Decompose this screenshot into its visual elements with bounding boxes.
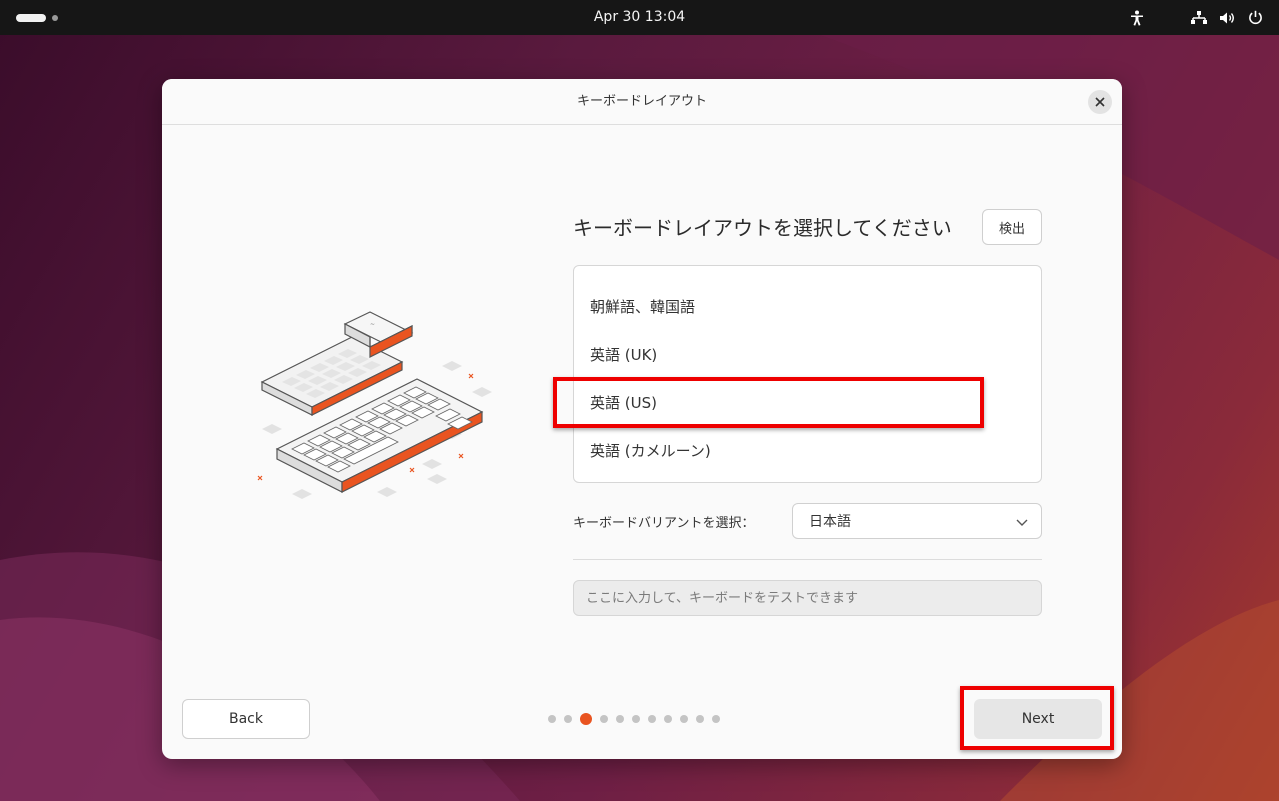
page-dot bbox=[712, 715, 720, 723]
system-tray[interactable] bbox=[1127, 0, 1265, 35]
list-item[interactable]: 朝鮮語、韓国語 bbox=[574, 283, 1041, 331]
page-dot bbox=[616, 715, 624, 723]
page-indicator bbox=[548, 712, 720, 726]
page-dot bbox=[600, 715, 608, 723]
volume-icon[interactable] bbox=[1217, 8, 1237, 28]
detect-button[interactable]: 検出 bbox=[982, 209, 1042, 245]
list-item-selected[interactable]: 英語 (US) bbox=[574, 379, 1041, 427]
list-item-partial: · · · bbox=[590, 265, 614, 274]
list-item[interactable]: 英語 (UK) bbox=[574, 331, 1041, 379]
back-button[interactable]: Back bbox=[182, 699, 310, 739]
layout-list[interactable]: · · · 朝鮮語、韓国語 英語 (UK) 英語 (US) 英語 (カメルーン) bbox=[573, 265, 1042, 483]
next-button[interactable]: Next bbox=[974, 699, 1102, 739]
top-bar: Apr 30 13:04 bbox=[0, 0, 1279, 35]
keyboard-test-input[interactable] bbox=[573, 580, 1042, 616]
network-icon[interactable] bbox=[1189, 8, 1209, 28]
page-dot bbox=[564, 715, 572, 723]
close-icon bbox=[1095, 97, 1105, 107]
page-dot bbox=[548, 715, 556, 723]
page-dot bbox=[648, 715, 656, 723]
power-icon[interactable] bbox=[1245, 8, 1265, 28]
accessibility-icon[interactable] bbox=[1127, 8, 1147, 28]
page-dot bbox=[632, 715, 640, 723]
close-button[interactable] bbox=[1088, 90, 1112, 114]
list-item[interactable]: 英語 (カメルーン) bbox=[574, 427, 1041, 475]
svg-text:~: ~ bbox=[370, 321, 375, 328]
page-dot bbox=[664, 715, 672, 723]
dialog-title: キーボードレイアウト bbox=[576, 94, 707, 109]
page-dot-active bbox=[580, 713, 592, 725]
page-dot bbox=[680, 715, 688, 723]
chevron-down-icon bbox=[1016, 519, 1028, 526]
divider bbox=[573, 559, 1042, 560]
keyboard-illustration: ~ bbox=[257, 311, 492, 499]
keyboard-layout-dialog: キーボードレイアウト ~ キーボードレイアウトを選択してください 検出 · · … bbox=[162, 79, 1122, 759]
variant-label: キーボードバリアントを選択： bbox=[573, 516, 755, 531]
variant-dropdown[interactable]: 日本語 bbox=[792, 503, 1042, 539]
clock[interactable]: Apr 30 13:04 bbox=[0, 0, 1279, 35]
variant-value: 日本語 bbox=[809, 514, 851, 530]
page-dot bbox=[696, 715, 704, 723]
page-heading: キーボードレイアウトを選択してください bbox=[573, 216, 952, 240]
dialog-header: キーボードレイアウト bbox=[162, 79, 1122, 125]
